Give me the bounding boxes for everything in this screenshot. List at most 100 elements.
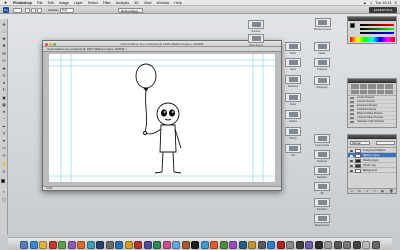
vibrance-adjust-icon[interactable] [385, 84, 393, 89]
menu-edit[interactable]: Edit [48, 1, 54, 5]
new-selection-mode[interactable] [25, 7, 30, 13]
curves-adjust-icon[interactable] [368, 84, 376, 89]
menu-file[interactable]: File [37, 1, 43, 5]
dock-app-icon[interactable] [172, 241, 181, 249]
dock-app-icon[interactable] [134, 241, 143, 249]
history-brush-icon[interactable]: ↻ [1, 87, 7, 92]
dock-app-icon[interactable] [162, 241, 171, 249]
type-tool-icon[interactable]: T [1, 131, 7, 136]
document-tab[interactable]: Ghost balloon boy small.psd @ 100% (Ball… [43, 47, 281, 52]
panel-icon-masks[interactable]: Masks [314, 42, 330, 55]
panel-icon-animation[interactable]: Animation [314, 198, 330, 211]
dock-app-icon[interactable] [48, 241, 57, 249]
spotlight-icon[interactable]: ⚲ [394, 1, 397, 5]
dock-app-icon[interactable] [248, 241, 257, 249]
visibility-eye-icon[interactable] [349, 169, 353, 172]
move-tool-icon[interactable]: ✥ [1, 22, 7, 27]
dock-app-icon[interactable] [181, 241, 190, 249]
panel-icon-brushes[interactable]: Brushes [248, 20, 264, 33]
dock-app-icon[interactable] [276, 241, 285, 249]
zoom-tool-icon[interactable]: ⚲ [1, 169, 7, 174]
link-layers-icon[interactable]: ∞ [351, 189, 353, 193]
green-slider[interactable] [360, 28, 394, 30]
add-mask-icon[interactable]: ◐ [366, 189, 368, 193]
marquee-tool-icon[interactable]: □ [1, 29, 7, 34]
menu-analysis[interactable]: Analysis [116, 1, 129, 5]
panel-icon-measurement[interactable]: Measurement [314, 214, 330, 227]
red-slider[interactable] [360, 24, 394, 26]
panel-icon-channels[interactable]: Channels [314, 150, 330, 163]
dock-app-icon[interactable] [58, 241, 67, 249]
dock-app-icon[interactable] [67, 241, 76, 249]
dock-app-icon[interactable] [352, 241, 361, 249]
tool-preset-picker[interactable] [13, 7, 22, 13]
dock-app-icon[interactable] [333, 241, 342, 249]
screen-mode-icon[interactable]: ▢ [1, 197, 7, 202]
dock-app-icon[interactable] [295, 241, 304, 249]
dock-app-icon[interactable] [267, 241, 276, 249]
panel-icon-brush-presets[interactable]: Brushes presets [314, 18, 331, 31]
blue-slider[interactable] [360, 32, 394, 34]
visibility-eye-icon[interactable] [349, 154, 353, 157]
add-selection-mode[interactable] [31, 7, 36, 13]
minimize-window-icon[interactable] [49, 42, 52, 46]
dock-app-icon[interactable] [257, 241, 266, 249]
panel-icon-paths[interactable]: Paths [285, 42, 301, 55]
color-spectrum-bar[interactable] [350, 37, 395, 42]
menu-photoshop[interactable]: Photoshop [13, 1, 32, 5]
quick-mask-icon[interactable]: ◐ [1, 189, 7, 194]
gradient-tool-icon[interactable]: ▦ [1, 102, 7, 107]
path-select-tool-icon[interactable]: ➤ [1, 138, 7, 143]
menu-image[interactable]: Image [59, 1, 69, 5]
blur-tool-icon[interactable]: ● [1, 109, 7, 114]
dock-app-icon[interactable] [200, 241, 209, 249]
crop-tool-icon[interactable]: ⊞ [1, 51, 7, 56]
menu-window[interactable]: Window [157, 1, 170, 5]
menu-3d[interactable]: 3D [134, 1, 139, 5]
close-window-icon[interactable] [45, 42, 48, 46]
layer-row[interactable]: Background [348, 168, 396, 173]
eraser-tool-icon[interactable]: ▣ [1, 95, 7, 100]
menu-select[interactable]: Select [88, 1, 98, 5]
adjustment-preset-row[interactable]: Selective Color Presets [348, 120, 396, 124]
menu-layer[interactable]: Layer [74, 1, 83, 5]
dock-app-icon[interactable] [343, 241, 352, 249]
panel-icon-3d[interactable]: 3D [314, 182, 330, 195]
document-canvas[interactable] [49, 54, 275, 182]
subtract-selection-mode[interactable] [37, 7, 42, 13]
dock-app-icon[interactable] [86, 241, 95, 249]
color-balance-adjust-icon[interactable] [359, 89, 368, 94]
dock-app-icon[interactable] [20, 241, 29, 249]
visibility-eye-icon[interactable] [349, 164, 353, 167]
brush-tool-icon[interactable]: ✎ [1, 73, 7, 78]
pen-tool-icon[interactable]: ✒ [1, 124, 7, 129]
new-layer-icon[interactable]: ▤ [381, 189, 384, 193]
dock-app-icon[interactable] [153, 241, 162, 249]
color-fg-swatch[interactable] [350, 23, 355, 28]
panel-icon-navigator[interactable]: Navigator [314, 166, 330, 179]
document-titlebar[interactable]: Ghost balloon boy small.psd @ 100% (Ball… [43, 41, 281, 47]
visibility-eye-icon[interactable] [349, 149, 353, 152]
healing-brush-icon[interactable]: ✚ [1, 66, 7, 71]
dock-app-icon[interactable] [371, 241, 380, 249]
panel-icon-character[interactable]: Character [314, 58, 330, 71]
quick-select-tool-icon[interactable]: ✸ [1, 43, 7, 48]
lasso-tool-icon[interactable]: ❀ [1, 36, 7, 41]
dock-app-icon[interactable] [115, 241, 124, 249]
dodge-tool-icon[interactable]: ◔ [1, 116, 7, 121]
clone-stamp-icon[interactable]: ♠ [1, 80, 7, 85]
feather-input[interactable]: 0 px [60, 7, 74, 13]
panel-icon-paragraph[interactable]: Paragraph [314, 76, 330, 89]
dock-app-icon[interactable] [305, 241, 314, 249]
dock-app-icon[interactable] [324, 241, 333, 249]
3d-rotate-tool-icon[interactable]: ⟳ [1, 153, 7, 158]
delete-layer-icon[interactable]: 🗑 [389, 189, 393, 193]
eyedropper-tool-icon[interactable]: ✏ [1, 58, 7, 63]
hand-tool-icon[interactable]: ✋ [1, 161, 7, 166]
dock-app-icon[interactable] [219, 241, 228, 249]
black-white-adjust-icon[interactable] [368, 89, 376, 94]
blend-mode-select[interactable]: Normal [350, 140, 370, 145]
visibility-eye-icon[interactable] [349, 159, 353, 162]
channel-mixer-adjust-icon[interactable] [385, 89, 393, 94]
panel-icon-notes[interactable]: Notes [285, 93, 301, 106]
